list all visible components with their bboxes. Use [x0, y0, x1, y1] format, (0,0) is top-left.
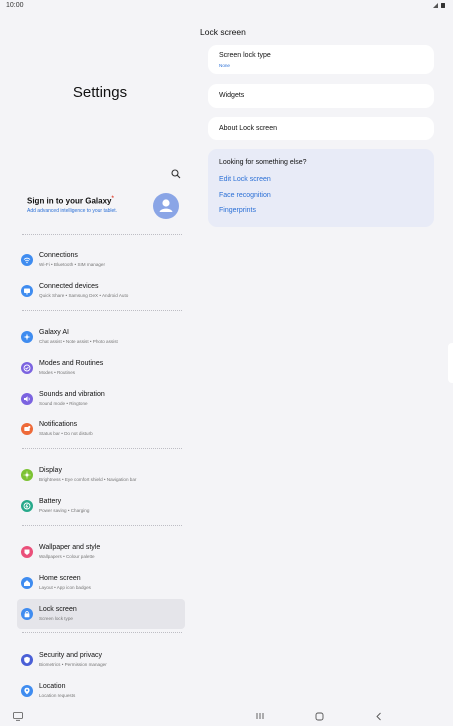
sidebar-item-connected-devices[interactable]: Connected devices Quick Share • Samsung D… — [17, 276, 185, 306]
sidebar-item-connections[interactable]: Connections Wi-Fi • Bluetooth • SIM manag… — [17, 245, 185, 275]
sidebar-item-title: Location — [39, 683, 66, 690]
divider — [22, 448, 182, 449]
sidebar-item-title: Battery — [39, 498, 62, 505]
shield-icon — [21, 654, 33, 666]
sidebar-item-security-and-privacy[interactable]: Security and privacy Biometrics • Permiss… — [17, 645, 185, 675]
status-icons — [433, 2, 447, 11]
divider — [22, 632, 182, 633]
sidebar-item-subtitle: Brightness • Eye comfort shield • Naviga… — [39, 477, 137, 482]
panel-heading: Lock screen — [200, 27, 246, 37]
screen-lock-type-card[interactable]: Screen lock type None — [208, 45, 434, 74]
sidebar-item-subtitle: Quick Share • Samsung DeX • Android Auto — [39, 293, 129, 298]
page-title: Settings — [72, 84, 128, 101]
sidebar-item-subtitle: Status bar • Do not disturb — [39, 431, 93, 436]
sidebar-item-home-screen[interactable]: Home screen Layout • App icon badges — [17, 568, 185, 598]
sidebar-item-title: Modes and Routines — [39, 360, 104, 367]
check-circle-icon — [21, 362, 33, 374]
edge-panel-handle[interactable] — [448, 343, 453, 383]
back-icon[interactable] — [373, 710, 385, 722]
sidebar-item-title: Connections — [39, 252, 78, 259]
taskbar-icon[interactable] — [12, 710, 24, 722]
fingerprints-link[interactable]: Fingerprints — [219, 207, 256, 214]
sidebar-item-title: Security and privacy — [39, 652, 103, 659]
sidebar-item-subtitle: Biometrics • Permission manager — [39, 662, 107, 667]
sidebar-item-subtitle: Layout • App icon badges — [39, 585, 91, 590]
sidebar-item-title: Display — [39, 467, 62, 474]
sidebar-item-location[interactable]: Location Location requests — [17, 676, 185, 706]
palette-icon — [21, 546, 33, 558]
sidebar-item-display[interactable]: Display Brightness • Eye comfort shield •… — [17, 460, 185, 490]
divider — [22, 310, 182, 311]
sidebar-item-subtitle: Wallpapers • Colour palette — [39, 554, 95, 559]
sidebar-item-sounds-and-vibration[interactable]: Sounds and vibration Sound mode • Rington… — [17, 384, 185, 414]
sidebar-item-galaxy-ai[interactable]: Galaxy AI Chat assist • Note assist • Pho… — [17, 322, 185, 352]
sidebar-item-subtitle: Wi-Fi • Bluetooth • SIM manager — [39, 262, 106, 267]
sidebar-item-title: Home screen — [39, 575, 81, 582]
sidebar-item-lock-screen[interactable]: Lock screen Screen lock type — [17, 599, 185, 629]
lock-icon — [21, 608, 33, 620]
status-time: 10:00 — [6, 2, 24, 9]
sidebar-item-battery[interactable]: Battery Power saving • Charging — [17, 491, 185, 521]
sidebar-item-subtitle: Chat assist • Note assist • Photo assist — [39, 339, 118, 344]
widgets-label: Widgets — [219, 92, 245, 99]
status-bar: 10:00 — [0, 0, 453, 12]
divider — [22, 234, 182, 235]
bell-icon — [21, 423, 33, 435]
wifi-icon — [21, 254, 33, 266]
edit-lock-screen-link[interactable]: Edit Lock screen — [219, 176, 271, 183]
sidebar-item-notifications[interactable]: Notifications Status bar • Do not disturb — [17, 414, 185, 444]
divider — [22, 525, 182, 526]
avatar[interactable] — [153, 193, 179, 219]
screen-lock-type-value: None — [219, 63, 230, 68]
sidebar-item-title: Wallpaper and style — [39, 544, 101, 551]
location-icon — [21, 685, 33, 697]
sun-icon — [21, 469, 33, 481]
recents-icon[interactable] — [254, 710, 266, 722]
sidebar-item-title: Notifications — [39, 421, 78, 428]
widgets-card[interactable]: Widgets — [208, 84, 434, 108]
sidebar-item-subtitle: Power saving • Charging — [39, 508, 90, 513]
suggestions-card: Looking for something else? Edit Lock sc… — [208, 149, 434, 227]
face-recognition-link[interactable]: Face recognition — [219, 192, 271, 199]
speaker-icon — [21, 393, 33, 405]
sidebar-item-modes-and-routines[interactable]: Modes and Routines Modes • Routines — [17, 353, 185, 383]
about-lock-screen-label: About Lock screen — [219, 125, 277, 132]
sparkle-icon — [21, 331, 33, 343]
devices-icon — [21, 285, 33, 297]
suggestions-heading: Looking for something else? — [219, 159, 307, 166]
sidebar-item-title: Sounds and vibration — [39, 391, 105, 398]
sidebar-item-subtitle: Location requests — [39, 693, 76, 698]
navigation-bar — [0, 706, 453, 726]
about-lock-screen-card[interactable]: About Lock screen — [208, 117, 434, 140]
sidebar-item-wallpaper-and-style[interactable]: Wallpaper and style Wallpapers • Colour p… — [17, 537, 185, 567]
sidebar-item-title: Connected devices — [39, 283, 99, 290]
sidebar-item-subtitle: Sound mode • Ringtone — [39, 401, 88, 406]
screen-lock-type-label: Screen lock type — [219, 52, 271, 59]
battery-icon — [21, 500, 33, 512]
sidebar-item-subtitle: Screen lock type — [39, 616, 73, 621]
home-icon — [21, 577, 33, 589]
sidebar-item-subtitle: Modes • Routines — [39, 370, 76, 375]
signal-battery-icon — [433, 3, 445, 8]
sidebar-item-title: Galaxy AI — [39, 329, 69, 336]
home-button-icon[interactable] — [313, 710, 325, 722]
sidebar-item-title: Lock screen — [39, 606, 77, 613]
search-icon[interactable] — [171, 166, 183, 179]
